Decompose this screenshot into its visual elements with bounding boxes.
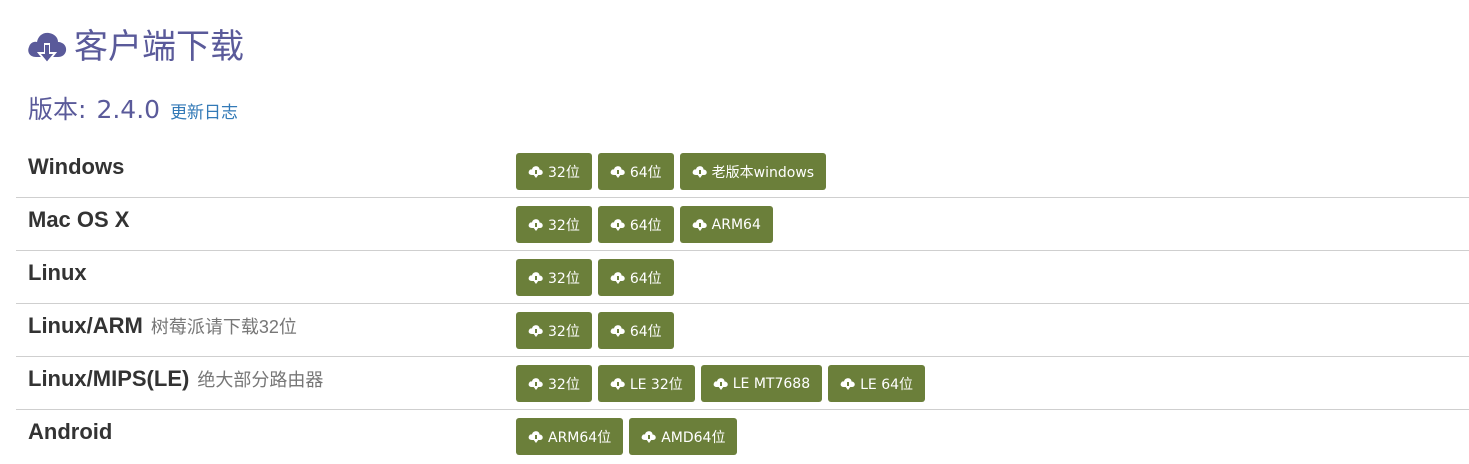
download-buttons: 32位 LE 32位 LE MT7688 LE 64位 xyxy=(516,365,926,402)
cloud-download-icon xyxy=(528,430,544,444)
download-button-linux-64[interactable]: 64位 xyxy=(597,259,674,296)
platform-note: 树莓派请下载32位 xyxy=(150,317,297,337)
cloud-download-icon xyxy=(528,377,544,391)
platform-row-linux-arm: Linux/ARM 树莓派请下载32位 32位 64位 xyxy=(16,304,1469,357)
platform-name: Windows xyxy=(28,154,125,179)
button-label: LE MT7688 xyxy=(732,375,811,392)
button-label: 32位 xyxy=(548,217,580,234)
page-header: 客户端下载 xyxy=(26,24,244,70)
platform-name: Linux/ARM xyxy=(28,313,143,338)
platform-note: 绝大部分路由器 xyxy=(197,370,324,390)
download-button-mips-le-32[interactable]: LE 32位 xyxy=(597,365,695,402)
button-label: 64位 xyxy=(629,270,662,287)
button-label: ARM64 xyxy=(711,216,761,233)
download-button-linux-arm-32[interactable]: 32位 xyxy=(516,312,592,349)
platform-row-android: Android ARM64位 AMD64位 xyxy=(16,410,1469,463)
platform-name: Mac OS X xyxy=(28,207,130,232)
page-title: 客户端下载 xyxy=(74,27,244,67)
download-button-mips-le-mt7688[interactable]: LE MT7688 xyxy=(700,365,823,402)
cloud-download-icon xyxy=(528,165,544,179)
cloud-download-icon xyxy=(528,271,544,285)
button-label: 64位 xyxy=(629,323,662,340)
download-buttons: 32位 64位 xyxy=(516,259,674,296)
download-button-macos-64[interactable]: 64位 xyxy=(597,206,674,243)
platform-row-macos: Mac OS X 32位 64位 ARM64 xyxy=(16,198,1469,251)
download-button-mips-32[interactable]: 32位 xyxy=(516,365,592,402)
cloud-download-icon xyxy=(692,218,708,232)
cloud-download-icon xyxy=(840,377,856,391)
platform-label: Mac OS X xyxy=(28,207,129,233)
button-label: LE 32位 xyxy=(629,376,683,393)
platform-label: Linux/ARM 树莓派请下载32位 xyxy=(28,313,297,339)
button-label: 32位 xyxy=(548,323,580,340)
button-label: 64位 xyxy=(629,217,662,234)
platform-label: Android xyxy=(28,419,112,445)
button-label: 64位 xyxy=(629,164,662,181)
cloud-download-icon xyxy=(641,430,657,444)
changelog-link[interactable]: 更新日志 xyxy=(170,98,238,123)
platform-name: Android xyxy=(28,419,113,444)
download-button-windows-legacy[interactable]: 老版本windows xyxy=(679,153,827,190)
button-label: 32位 xyxy=(548,376,580,393)
version-number: 2.4.0 xyxy=(96,95,161,124)
cloud-download-icon xyxy=(528,218,544,232)
platform-row-linux-mips: Linux/MIPS(LE) 绝大部分路由器 32位 LE 32位 LE MT76… xyxy=(16,357,1469,410)
platform-label: Linux xyxy=(28,260,87,286)
button-label: 32位 xyxy=(548,270,580,287)
cloud-download-icon xyxy=(610,271,626,285)
button-label: LE 64位 xyxy=(860,376,914,393)
download-button-linux-arm-64[interactable]: 64位 xyxy=(597,312,674,349)
cloud-download-icon xyxy=(528,324,544,338)
download-button-linux-32[interactable]: 32位 xyxy=(516,259,592,296)
download-buttons: 32位 64位 老版本windows xyxy=(516,153,827,190)
version-label: 版本: xyxy=(28,95,87,124)
button-label: ARM64位 xyxy=(548,429,612,446)
download-buttons: ARM64位 AMD64位 xyxy=(516,418,738,455)
button-label: 老版本windows xyxy=(711,164,815,181)
platform-row-windows: Windows 32位 64位 老版本windows xyxy=(16,145,1469,198)
cloud-download-icon xyxy=(610,165,626,179)
download-button-macos-arm64[interactable]: ARM64 xyxy=(679,206,773,243)
cloud-download-icon xyxy=(610,377,626,391)
download-button-macos-32[interactable]: 32位 xyxy=(516,206,592,243)
button-label: AMD64位 xyxy=(661,429,726,446)
download-button-windows-32[interactable]: 32位 xyxy=(516,153,592,190)
download-table: Windows 32位 64位 老版本windows Mac OS X 32位 … xyxy=(16,145,1469,463)
platform-name: Linux xyxy=(28,260,87,285)
cloud-download-icon xyxy=(610,324,626,338)
download-buttons: 32位 64位 ARM64 xyxy=(516,206,773,243)
cloud-download-icon xyxy=(692,165,708,179)
download-button-android-amd64[interactable]: AMD64位 xyxy=(629,418,738,455)
version-line: 版本: 2.4.0 更新日志 xyxy=(28,90,238,126)
cloud-download-icon xyxy=(713,377,729,391)
download-buttons: 32位 64位 xyxy=(516,312,674,349)
platform-label: Windows xyxy=(28,154,124,180)
download-button-android-arm64[interactable]: ARM64位 xyxy=(516,418,624,455)
cloud-download-icon xyxy=(26,27,68,67)
platform-name: Linux/MIPS(LE) xyxy=(28,366,190,391)
button-label: 32位 xyxy=(548,164,580,181)
platform-label: Linux/MIPS(LE) 绝大部分路由器 xyxy=(28,366,323,392)
download-button-mips-le-64[interactable]: LE 64位 xyxy=(828,365,926,402)
download-button-windows-64[interactable]: 64位 xyxy=(597,153,674,190)
platform-row-linux: Linux 32位 64位 xyxy=(16,251,1469,304)
cloud-download-icon xyxy=(610,218,626,232)
